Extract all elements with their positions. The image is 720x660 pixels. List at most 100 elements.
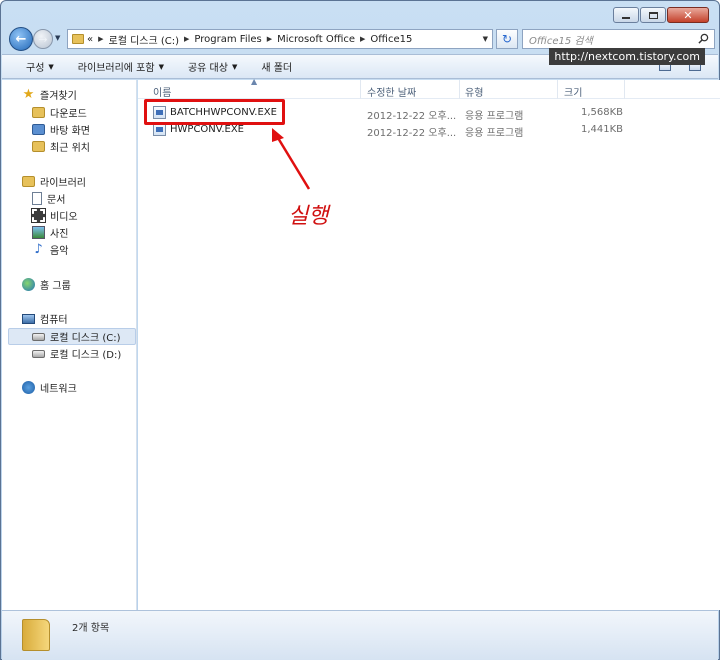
pictures-icon (32, 226, 45, 239)
nav-downloads-label: 다운로드 (50, 109, 87, 120)
address-dropdown-icon[interactable]: ▼ (483, 35, 488, 43)
nav-network-label: 네트워크 (40, 384, 77, 395)
include-library-label: 라이브러리에 포함 (77, 63, 155, 74)
close-icon: ✕ (683, 8, 693, 22)
nav-videos-label: 비디오 (50, 212, 78, 223)
file-type: 응용 프로그램 (465, 128, 524, 139)
column-headers: ▲ 이름 수정한 날짜 유형 크기 (138, 77, 720, 99)
file-size: 1,441KB (581, 124, 624, 135)
close-button[interactable]: ✕ (667, 7, 709, 23)
video-icon (31, 208, 46, 223)
nav-favorites-label: 즐겨찾기 (40, 91, 77, 102)
nav-favorites[interactable]: ★ 즐겨찾기 (22, 86, 156, 103)
maximize-button[interactable] (640, 7, 666, 23)
music-icon: ♪ (34, 242, 43, 257)
nav-local-disk-d-label: 로컬 디스크 (D:) (50, 350, 122, 361)
nav-local-disk-c[interactable]: 로컬 디스크 (C:) (8, 328, 136, 345)
nav-homegroup[interactable]: 홈 그룹 (22, 276, 156, 293)
chevron-right-icon[interactable]: ▶ (184, 35, 189, 43)
column-type[interactable]: 유형 (465, 84, 483, 99)
column-name[interactable]: 이름 (153, 84, 171, 99)
chevron-down-icon: ▼ (158, 62, 164, 71)
address-bar[interactable]: « ▶ 로컬 디스크 (C:) ▶ Program Files ▶ Micros… (67, 29, 493, 49)
organize-button[interactable]: 구성 ▼ (14, 59, 66, 75)
new-folder-button[interactable]: 새 폴더 (249, 59, 304, 74)
desktop-icon (32, 124, 45, 135)
watermark: http://nextcom.tistory.com (549, 48, 705, 65)
breadcrumb-program-files[interactable]: Program Files (194, 34, 261, 45)
back-arrow-icon: ← (15, 31, 27, 47)
breadcrumb-microsoft-office[interactable]: Microsoft Office (277, 34, 355, 45)
libraries-icon (22, 176, 35, 187)
nav-network[interactable]: 네트워크 (22, 379, 156, 396)
forward-button[interactable]: → (33, 29, 53, 49)
organize-label: 구성 (26, 63, 45, 74)
nav-computer[interactable]: 컴퓨터 (22, 310, 156, 327)
minimize-icon (622, 16, 630, 19)
nav-desktop-label: 바탕 화면 (50, 126, 90, 137)
share-with-button[interactable]: 공유 대상 ▼ (176, 59, 249, 75)
chevron-right-icon[interactable]: ▶ (267, 35, 272, 43)
star-icon: ★ (22, 87, 35, 102)
address-prefix[interactable]: « (87, 34, 93, 45)
caption-buttons: ✕ (613, 7, 709, 23)
homegroup-icon (22, 278, 35, 291)
chevron-right-icon[interactable]: ▶ (360, 35, 365, 43)
file-name[interactable]: HWPCONV.EXE (170, 124, 244, 135)
status-bar: 2개 항목 (2, 610, 718, 660)
nav-libraries-label: 라이브러리 (40, 178, 86, 189)
minimize-button[interactable] (613, 7, 639, 23)
annotation-arrow (272, 128, 311, 190)
column-divider[interactable] (624, 80, 625, 99)
chevron-down-icon: ▼ (48, 62, 54, 71)
chevron-right-icon[interactable]: ▶ (98, 35, 103, 43)
file-type: 응용 프로그램 (465, 111, 524, 122)
search-icon[interactable] (698, 33, 709, 44)
nav-recent-label: 최근 위치 (50, 143, 90, 154)
folder-icon (72, 34, 84, 44)
recent-places-icon (32, 141, 45, 152)
forward-arrow-icon: → (38, 32, 48, 46)
column-divider[interactable] (557, 80, 558, 99)
search-placeholder: Office15 검색 (529, 35, 593, 47)
share-with-label: 공유 대상 (187, 63, 228, 74)
maximize-icon (648, 11, 658, 19)
file-list: ▲ 이름 수정한 날짜 유형 크기 BATCHHWPCONV.EXE 2012-… (138, 77, 720, 610)
file-date: 2012-12-22 오후... (367, 128, 457, 139)
navigation-pane: ★ 즐겨찾기 다운로드 바탕 화면 최근 위치 라이브러리 문서 비디오 사진 ♪… (2, 80, 137, 610)
network-icon (22, 381, 35, 394)
file-date: 2012-12-22 오후... (367, 111, 457, 122)
new-folder-label: 새 폴더 (261, 63, 293, 74)
refresh-button[interactable]: ↻ (496, 29, 518, 49)
computer-icon (22, 313, 35, 324)
search-input[interactable]: Office15 검색 (522, 29, 715, 49)
drive-d-icon (32, 349, 45, 358)
highlight-box (144, 99, 285, 125)
history-dropdown-icon[interactable]: ▼ (55, 34, 60, 42)
column-date[interactable]: 수정한 날짜 (367, 84, 416, 99)
chevron-down-icon: ▼ (231, 62, 238, 71)
drive-c-icon (32, 332, 45, 341)
refresh-icon: ↻ (501, 32, 513, 46)
breadcrumb-office15[interactable]: Office15 (370, 34, 412, 45)
item-count: 2개 항목 (72, 623, 110, 634)
nav-libraries[interactable]: 라이브러리 (22, 173, 156, 190)
sort-ascending-icon: ▲ (251, 77, 258, 86)
nav-documents-label: 문서 (47, 195, 66, 206)
column-divider[interactable] (459, 80, 460, 99)
file-size: 1,568KB (581, 107, 624, 118)
downloads-folder-icon (32, 107, 45, 118)
nav-computer-label: 컴퓨터 (40, 315, 68, 326)
documents-icon (32, 192, 42, 205)
annotation-text: 실행 (288, 204, 329, 229)
breadcrumb-local-disk-c[interactable]: 로컬 디스크 (C:) (109, 32, 180, 47)
column-size[interactable]: 크기 (564, 84, 582, 99)
nav-local-disk-c-label: 로컬 디스크 (C:) (50, 333, 121, 344)
nav-music-label: 음악 (50, 246, 69, 257)
folder-icon (22, 619, 50, 651)
column-divider[interactable] (360, 80, 361, 99)
nav-homegroup-label: 홈 그룹 (40, 281, 71, 292)
include-in-library-button[interactable]: 라이브러리에 포함 ▼ (66, 59, 176, 75)
back-button[interactable]: ← (9, 27, 33, 51)
explorer-window: ✕ ← → ▼ « ▶ 로컬 디스크 (C:) ▶ Program Files … (0, 0, 720, 660)
